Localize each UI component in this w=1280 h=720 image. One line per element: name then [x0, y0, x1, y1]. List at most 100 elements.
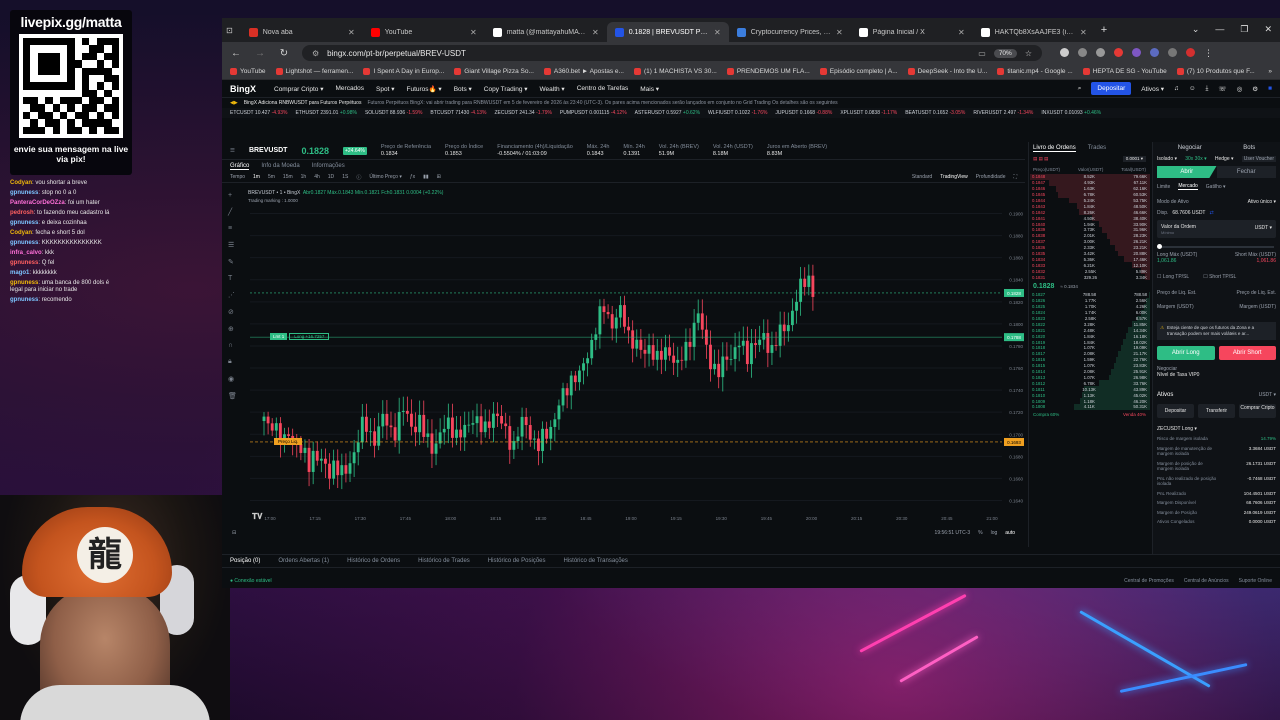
bookmark-item[interactable]: I Spent A Day in Europ... [363, 68, 444, 75]
nav-item[interactable]: Copy Trading ▾ [484, 85, 528, 93]
nav-item[interactable]: Comprar Cripto ▾ [274, 85, 324, 93]
deposit-button[interactable]: Depositar [1091, 82, 1132, 95]
extension-icon[interactable] [1114, 47, 1123, 57]
ticker-item[interactable]: RIVERUSDT 2.497 -1.34% [973, 110, 1033, 116]
browser-tab[interactable]: matta (@mattayahuMATEUS) / X ✕ [485, 22, 607, 42]
extension-icon[interactable] [1150, 47, 1159, 57]
assets-menu[interactable]: Ativos ▾ [1141, 85, 1164, 93]
assets-unit[interactable]: USDT ▾ [1259, 392, 1276, 398]
percent-toggle[interactable]: % [978, 530, 982, 536]
positions-tab[interactable]: Histórico de Transações [564, 558, 628, 564]
user-icon[interactable]: ☺ [1189, 85, 1196, 92]
eye-icon[interactable]: ◉ [228, 375, 238, 383]
extension-icon[interactable] [1060, 47, 1069, 57]
bid-row[interactable]: 0.1808 4.11K 50.31K [1029, 403, 1150, 410]
symbol-name[interactable]: BREVUSDT [249, 147, 288, 154]
download-icon[interactable]: ⤓ [1206, 85, 1209, 93]
ask-row[interactable]: 0.1831 329.26 3.34K [1029, 274, 1150, 281]
extension-icon[interactable] [1132, 47, 1141, 57]
zoom-indicator[interactable]: 70% [993, 48, 1017, 58]
tab-close-icon[interactable]: ✕ [714, 28, 721, 37]
slider-handle[interactable] [1157, 244, 1162, 249]
notification-icon[interactable]: ♫ [1174, 85, 1179, 92]
timeframe-option[interactable]: 1m [253, 174, 260, 181]
nav-item[interactable]: Centro de Tarefas [577, 85, 629, 93]
bookmark-item[interactable]: DeepSeek - Into the U... [907, 68, 987, 75]
order-limit-tag[interactable]: Lmt 1 [270, 333, 288, 341]
browser-tab[interactable]: YouTube ✕ [363, 22, 485, 42]
tab-trades[interactable]: Trades [1088, 145, 1106, 151]
ticker-item[interactable]: ZECUSDT 241.34 -1.79% [494, 110, 551, 116]
menu-icon[interactable]: ⋮ [1204, 48, 1213, 59]
url-field[interactable]: ⚙ bingx.com/pt-br/perpetual/BREV-USDT ▭ … [302, 45, 1042, 61]
ticker-item[interactable]: ASTERUSDT 0.5927 +0.62% [635, 110, 700, 116]
tab-close-icon[interactable]: ✕ [592, 28, 599, 37]
bookmark-item[interactable]: YouTube [230, 68, 266, 75]
reload-icon[interactable]: ↻ [278, 48, 290, 59]
timeframe-option[interactable]: 1S [342, 174, 348, 181]
view-tradingview[interactable]: TradingView [940, 174, 968, 180]
tab-close-icon[interactable]: ✕ [470, 28, 477, 37]
favorite-star-icon[interactable]: ☰ [230, 148, 235, 154]
bingx-logo[interactable]: BingX [230, 84, 256, 94]
bookmark-item[interactable]: PRENDEMOS UM FLA... [726, 68, 810, 75]
tab-information[interactable]: Informações [312, 163, 345, 169]
tab-bots[interactable]: Bots [1243, 145, 1255, 151]
browser-tab[interactable]: Página Inicial / X ✕ [851, 22, 973, 42]
fullscreen-icon[interactable]: ⛶ [1013, 174, 1017, 180]
long-tpsl-checkbox[interactable]: ☐ Long TP/SL [1157, 274, 1189, 280]
extension-icon[interactable] [1078, 47, 1087, 57]
site-info-icon[interactable]: ⚙ [312, 49, 319, 58]
browser-tab[interactable]: Nova aba ✕ [241, 22, 363, 42]
leverage-select[interactable]: 30x 30x ▾ [1185, 156, 1206, 162]
ticker-item[interactable]: JUPUSDT 0.1668 -0.88% [775, 110, 832, 116]
open-tab[interactable]: Abrir [1157, 166, 1217, 178]
trash-icon[interactable]: 🗑︎ [228, 392, 238, 400]
bookmark-item[interactable]: Giant Village Pizza So... [454, 68, 534, 75]
order-type-market[interactable]: Mercado [1178, 183, 1198, 190]
transfer-icon[interactable]: ⇄ [1209, 210, 1213, 216]
ticker-item[interactable]: XPLUSDT 0.0838 -1.17% [840, 110, 897, 116]
tab-close-icon[interactable]: ✕ [348, 28, 355, 37]
minimize-button[interactable]: — [1215, 24, 1224, 35]
timeframe-option[interactable]: 5m [268, 174, 275, 181]
view-depth[interactable]: Profundidade [976, 174, 1006, 180]
candlestick-chart[interactable]: 0.1900 0.1880 0.1860 0.1840 0.1820 0.1800 0.17… [242, 184, 1025, 527]
trendline-icon[interactable]: ╱ [228, 208, 238, 216]
ticker-item[interactable]: BEATUSDT 0.1652 -3.05% [905, 110, 965, 116]
auto-toggle[interactable]: auto [1005, 530, 1015, 536]
tab-close-icon[interactable]: ✕ [958, 28, 965, 37]
nav-item[interactable]: Bots ▾ [454, 85, 472, 93]
browser-tab[interactable]: HAKTQb8XsAAJFE3 (imagem JPE ✕ [973, 22, 1095, 42]
voucher-mode[interactable]: User Voucher [1241, 156, 1276, 162]
asset-mode-select[interactable]: Ativo único ▾ [1248, 199, 1276, 205]
close-window-button[interactable]: ✕ [1264, 24, 1272, 35]
ticker-item[interactable]: BTCUSDT 71430 -4.13% [430, 110, 486, 116]
language-icon[interactable]: ◎ [1237, 85, 1243, 93]
position-mode[interactable]: Hedge ▾ [1215, 156, 1234, 162]
ob-step-select[interactable]: 0.0001 ▾ [1122, 156, 1146, 162]
ticker-item[interactable]: SOLUSDT 88.936 -1.59% [365, 110, 422, 116]
bookmark-item[interactable]: A360.bet ► Apostas e... [543, 68, 624, 75]
promotions-link[interactable]: Central de Promoções [1124, 578, 1174, 584]
maximize-button[interactable]: ❐ [1240, 24, 1248, 35]
bookmark-star-icon[interactable]: ☆ [1025, 49, 1032, 58]
magnet-icon[interactable]: ∩ [228, 342, 238, 349]
brush-icon[interactable]: ✎ [228, 258, 238, 266]
order-type-trigger[interactable]: Gatilho ▾ [1206, 184, 1226, 190]
deposit-asset-button[interactable]: Depositar [1157, 404, 1194, 418]
hline-icon[interactable]: ≡ [228, 225, 238, 232]
profile-avatar[interactable] [1186, 47, 1195, 57]
order-value-unit[interactable]: USDT ▾ [1255, 225, 1272, 231]
online-support-link[interactable]: Suporte Online [1239, 578, 1272, 584]
date-range-icon[interactable]: ⊟ [232, 530, 236, 536]
bookmark-item[interactable]: HEPTA DE SG - YouTube [1082, 68, 1167, 75]
ticker-item[interactable]: ETCUSDT 10.427 -4.93% [230, 110, 287, 116]
nav-item[interactable]: Mercados [336, 85, 365, 93]
open-long-button[interactable]: Abrir Long [1157, 346, 1215, 360]
nav-item[interactable]: Mais ▾ [640, 85, 659, 93]
browser-tab[interactable]: Cryptocurrency Prices, Charts A ✕ [729, 22, 851, 42]
search-icon[interactable]: ⌕ [1078, 85, 1082, 93]
tab-close-icon[interactable]: ✕ [836, 28, 843, 37]
ticker-item[interactable]: WLFIUSDT 0.1022 -1.76% [708, 110, 767, 116]
